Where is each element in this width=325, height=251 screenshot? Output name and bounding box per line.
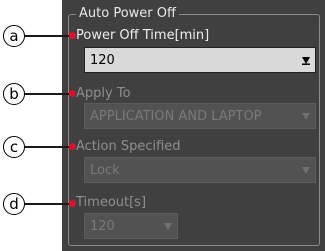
apply-to-select[interactable]: APPLICATION AND LAPTOP — [84, 103, 316, 129]
action-specified-value: Lock — [90, 162, 120, 178]
power-off-time-dropdown-button[interactable] — [297, 48, 315, 72]
callout-a-dot — [69, 32, 76, 39]
callout-d: d — [3, 193, 25, 215]
callout-d-leader — [25, 203, 72, 205]
power-off-time-value: 120 — [90, 52, 115, 68]
callout-c-dot — [69, 143, 76, 150]
callout-a: a — [3, 25, 25, 47]
callout-b-leader — [25, 93, 72, 95]
callout-b-dot — [69, 90, 76, 97]
callout-c: c — [3, 136, 25, 158]
triangle-down-icon — [302, 57, 310, 65]
timeout-label: Timeout[s] — [76, 195, 147, 210]
power-off-time-select[interactable]: 120 — [84, 47, 316, 73]
callout-b: b — [3, 83, 25, 105]
callout-a-leader — [25, 35, 72, 37]
group-title: Auto Power Off — [76, 6, 179, 22]
timeout-select[interactable]: 120 — [84, 213, 178, 239]
power-off-time-label: Power Off Time[min] — [76, 28, 210, 43]
triangle-down-icon — [164, 223, 172, 230]
callout-c-leader — [25, 146, 72, 148]
action-specified-label: Action Specified — [76, 139, 181, 154]
apply-to-dropdown-button[interactable] — [297, 104, 315, 128]
callout-d-dot — [69, 200, 76, 207]
apply-to-label: Apply To — [76, 86, 131, 101]
action-specified-select[interactable]: Lock — [84, 157, 316, 183]
apply-to-value: APPLICATION AND LAPTOP — [90, 108, 262, 124]
triangle-down-icon — [302, 113, 310, 120]
timeout-dropdown-button[interactable] — [159, 214, 177, 238]
action-specified-dropdown-button[interactable] — [297, 158, 315, 182]
triangle-down-icon — [302, 167, 310, 174]
timeout-value: 120 — [90, 218, 115, 234]
